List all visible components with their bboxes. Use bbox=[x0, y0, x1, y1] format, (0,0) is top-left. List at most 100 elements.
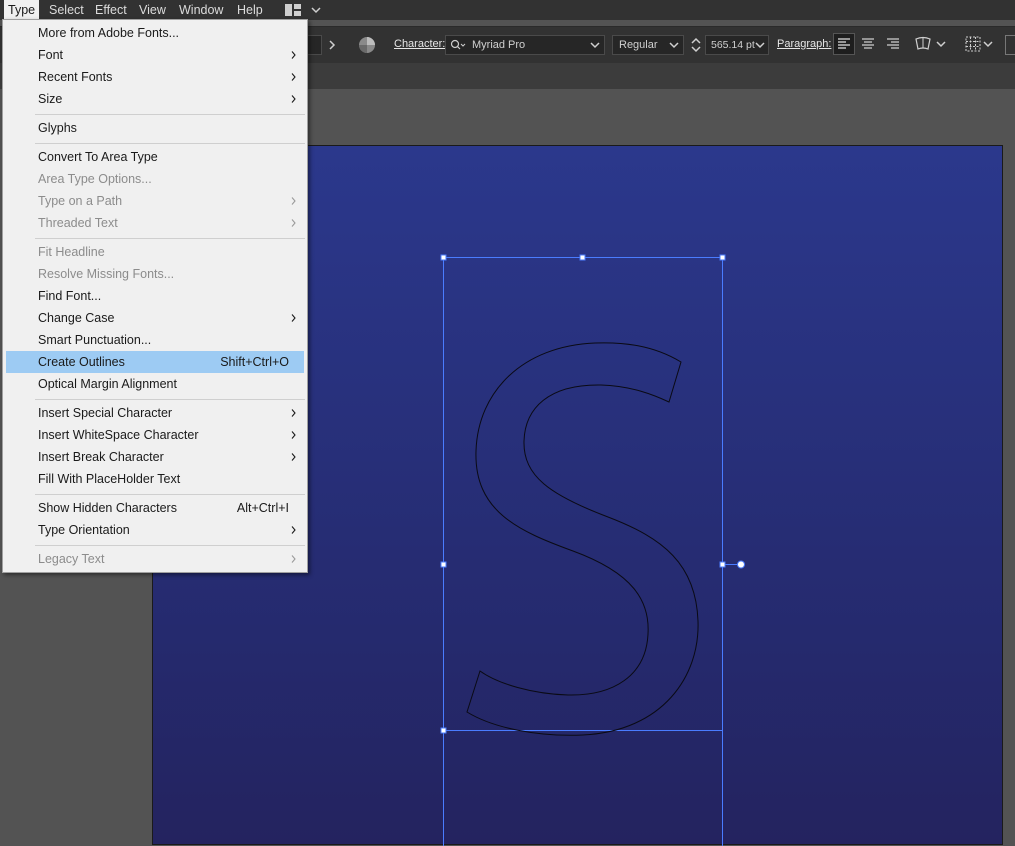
menu-item-fill-with-placeholder-text[interactable]: Fill With PlaceHolder Text bbox=[6, 468, 304, 490]
align-center-icon[interactable] bbox=[861, 37, 875, 51]
menu-view[interactable]: View bbox=[135, 0, 170, 20]
submenu-arrow-icon bbox=[291, 409, 296, 417]
paragraph-panel-link[interactable]: Paragraph: bbox=[777, 38, 831, 50]
resize-handle-left[interactable] bbox=[440, 561, 447, 568]
chevron-down-icon[interactable] bbox=[310, 4, 322, 16]
align-right-icon[interactable] bbox=[886, 37, 900, 51]
menu-item-label: Find Font... bbox=[38, 289, 102, 303]
menu-item-label: Recent Fonts bbox=[38, 70, 113, 84]
menu-item-label: Optical Margin Alignment bbox=[38, 377, 177, 391]
menu-item-glyphs[interactable]: Glyphs bbox=[6, 117, 304, 139]
menu-item-label: Smart Punctuation... bbox=[38, 333, 152, 347]
menu-item-label: Convert To Area Type bbox=[38, 150, 158, 164]
font-style-value: Regular bbox=[619, 39, 658, 51]
menu-type[interactable]: Type bbox=[4, 0, 40, 20]
menu-item-type-orientation[interactable]: Type Orientation bbox=[6, 519, 304, 541]
font-family-value: Myriad Pro bbox=[472, 39, 526, 51]
align-left-button[interactable] bbox=[833, 33, 855, 55]
menu-window[interactable]: Window bbox=[175, 0, 227, 20]
menu-item-font[interactable]: Font bbox=[6, 44, 304, 66]
chevron-down-icon[interactable] bbox=[936, 40, 946, 48]
menu-item-label: Resolve Missing Fonts... bbox=[38, 267, 175, 281]
resize-handle-top-left[interactable] bbox=[440, 254, 447, 261]
menu-item-label: Type Orientation bbox=[38, 523, 130, 537]
menu-item-label: Change Case bbox=[38, 311, 115, 325]
menu-item-label: Area Type Options... bbox=[38, 172, 152, 186]
align-left-icon bbox=[838, 38, 850, 49]
submenu-arrow-icon bbox=[291, 431, 296, 439]
menu-item-insert-break-character[interactable]: Insert Break Character bbox=[6, 446, 304, 468]
submenu-arrow-icon bbox=[291, 555, 296, 563]
menu-select[interactable]: Select bbox=[45, 0, 88, 20]
menu-item-label: Insert Break Character bbox=[38, 450, 164, 464]
warp-text-icon[interactable] bbox=[914, 36, 932, 52]
font-size-field[interactable]: 565.14 pt bbox=[705, 35, 769, 55]
submenu-arrow-icon bbox=[291, 95, 296, 103]
letter-s-glyph[interactable] bbox=[466, 342, 699, 736]
menu-item-size[interactable]: Size bbox=[6, 88, 304, 110]
menu-item-type-on-a-path: Type on a Path bbox=[6, 190, 304, 212]
menu-item-insert-whitespace-character[interactable]: Insert WhiteSpace Character bbox=[6, 424, 304, 446]
resize-handle-top[interactable] bbox=[579, 254, 586, 261]
menu-item-fit-headline: Fit Headline bbox=[6, 241, 304, 263]
menu-item-recent-fonts[interactable]: Recent Fonts bbox=[6, 66, 304, 88]
menu-item-show-hidden-characters[interactable]: Show Hidden Characters Alt+Ctrl+I bbox=[6, 497, 304, 519]
menu-item-convert-to-area-type[interactable]: Convert To Area Type bbox=[6, 146, 304, 168]
menu-item-legacy-text: Legacy Text bbox=[6, 548, 304, 570]
font-style-dropdown[interactable]: Regular bbox=[612, 35, 684, 55]
text-thread-port[interactable] bbox=[737, 560, 745, 569]
menu-bar: Type Select Effect View Window Help bbox=[0, 0, 1015, 20]
submenu-arrow-icon bbox=[291, 73, 296, 81]
chevron-down-icon bbox=[590, 42, 600, 49]
menu-item-create-outlines[interactable]: Create Outlines Shift+Ctrl+O bbox=[6, 351, 304, 373]
menu-help[interactable]: Help bbox=[233, 0, 267, 20]
menu-separator bbox=[35, 494, 305, 495]
font-size-value: 565.14 pt bbox=[711, 39, 755, 51]
submenu-arrow-icon bbox=[291, 51, 296, 59]
menu-item-find-font[interactable]: Find Font... bbox=[6, 285, 304, 307]
character-panel-link[interactable]: Character: bbox=[394, 38, 445, 50]
menu-separator bbox=[35, 399, 305, 400]
chevron-down-icon bbox=[755, 42, 765, 49]
font-size-stepper[interactable] bbox=[690, 35, 702, 55]
menu-item-smart-punctuation[interactable]: Smart Punctuation... bbox=[6, 329, 304, 351]
menu-item-more-from-adobe-fonts[interactable]: More from Adobe Fonts... bbox=[6, 22, 304, 44]
menu-item-label: Legacy Text bbox=[38, 552, 105, 566]
menu-item-insert-special-character[interactable]: Insert Special Character bbox=[6, 402, 304, 424]
chevron-down-icon[interactable] bbox=[983, 40, 993, 48]
menu-item-label: Insert Special Character bbox=[38, 406, 173, 420]
workspace-layout-icon[interactable] bbox=[284, 3, 302, 17]
resize-handle-right[interactable] bbox=[719, 561, 726, 568]
grid-icon[interactable] bbox=[965, 36, 981, 52]
search-icon bbox=[450, 39, 466, 50]
submenu-arrow-icon bbox=[291, 314, 296, 322]
menu-item-label: Show Hidden Characters bbox=[38, 501, 177, 515]
menu-separator bbox=[35, 143, 305, 144]
menu-item-optical-margin-alignment[interactable]: Optical Margin Alignment bbox=[6, 373, 304, 395]
menu-item-change-case[interactable]: Change Case bbox=[6, 307, 304, 329]
font-family-dropdown[interactable]: Myriad Pro bbox=[445, 35, 605, 55]
menu-item-label: Font bbox=[38, 48, 64, 62]
menu-item-label: Glyphs bbox=[38, 121, 77, 135]
resize-handle-top-right[interactable] bbox=[719, 254, 726, 261]
menu-item-label: Threaded Text bbox=[38, 216, 118, 230]
menu-separator bbox=[35, 545, 305, 546]
recolor-artwork-icon[interactable] bbox=[358, 36, 376, 54]
menu-item-shortcut: Shift+Ctrl+O bbox=[220, 355, 289, 369]
submenu-arrow-icon bbox=[291, 526, 296, 534]
menu-item-label: Fit Headline bbox=[38, 245, 105, 259]
menu-effect[interactable]: Effect bbox=[91, 0, 131, 20]
menu-item-label: Insert WhiteSpace Character bbox=[38, 428, 199, 442]
menu-item-label: Type on a Path bbox=[38, 194, 123, 208]
menu-item-label: Create Outlines bbox=[38, 355, 125, 369]
menu-item-shortcut: Alt+Ctrl+I bbox=[236, 501, 289, 515]
type-menu-dropdown: More from Adobe Fonts... Font Recent Fon… bbox=[2, 19, 308, 573]
resize-handle-bottom-left[interactable] bbox=[440, 727, 447, 734]
panel-toggle-button[interactable] bbox=[1005, 35, 1015, 55]
menu-item-threaded-text: Threaded Text bbox=[6, 212, 304, 234]
menu-separator bbox=[35, 114, 305, 115]
chevron-right-icon[interactable] bbox=[326, 38, 338, 52]
submenu-arrow-icon bbox=[291, 453, 296, 461]
menu-item-resolve-missing-fonts: Resolve Missing Fonts... bbox=[6, 263, 304, 285]
menu-item-label: Fill With PlaceHolder Text bbox=[38, 472, 181, 486]
